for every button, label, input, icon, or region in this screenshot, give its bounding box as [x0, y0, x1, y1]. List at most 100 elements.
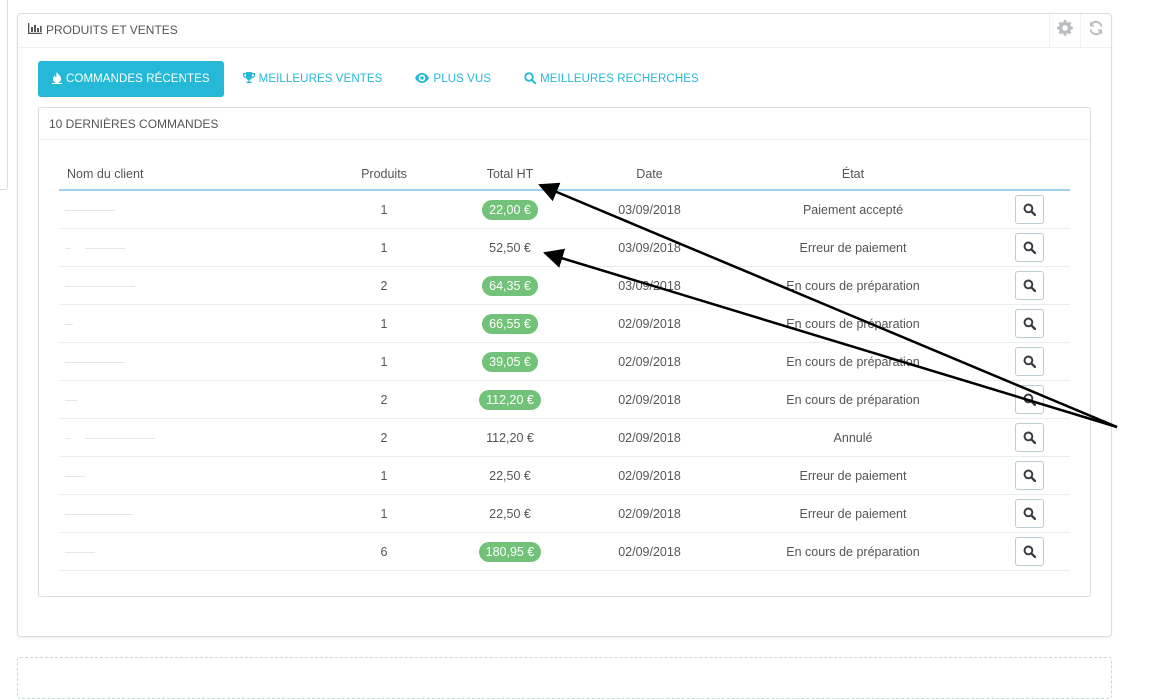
tab-most-viewed-label: PLUS VUS — [433, 73, 492, 85]
table-row[interactable]: 1 52,50 € 03/09/2018 Erreur de paiement — [59, 228, 1070, 267]
products-cell: 1 — [329, 456, 439, 495]
total-badge: 22,00 € — [482, 199, 538, 220]
table-row[interactable]: 6 180,95 € 02/09/2018 En cours de préparati… — [59, 532, 1070, 571]
configure-button[interactable] — [1049, 14, 1080, 47]
customer-name-cell — [59, 532, 329, 571]
redacted-name — [65, 323, 73, 325]
table-row[interactable]: 2 112,20 € 02/09/2018 En cours de préparati… — [59, 380, 1070, 419]
redacted-name — [65, 437, 71, 439]
total-value: 22,50 € — [489, 506, 531, 521]
tab-most-viewed[interactable]: PLUS VUS — [401, 61, 505, 97]
total-badge: 64,35 € — [482, 275, 538, 296]
actions-cell — [988, 342, 1070, 381]
date-cell: 02/09/2018 — [581, 342, 718, 381]
customer-name-cell — [59, 304, 329, 343]
date-cell: 02/09/2018 — [581, 532, 718, 571]
actions-cell — [988, 228, 1070, 267]
total-cell: 22,50 € — [439, 456, 581, 495]
total-cell: 22,50 € — [439, 494, 581, 533]
redacted-name — [65, 399, 77, 401]
date-cell: 02/09/2018 — [581, 304, 718, 343]
eye-icon — [415, 72, 433, 86]
view-order-button[interactable] — [1014, 461, 1044, 490]
status-cell: En cours de préparation — [718, 532, 988, 571]
search-icon — [1023, 279, 1036, 292]
refresh-icon — [1088, 20, 1104, 41]
customer-name-cell — [59, 494, 329, 533]
total-cell: 52,50 € — [439, 228, 581, 267]
table-row[interactable]: 2 64,35 € 03/09/2018 En cours de préparatio… — [59, 266, 1070, 305]
view-order-button[interactable] — [1014, 309, 1044, 338]
redacted-name — [85, 247, 125, 249]
products-cell: 2 — [329, 418, 439, 457]
date-cell: 02/09/2018 — [581, 418, 718, 457]
orders-table: Nom du client Produits Total HT Date Éta… — [59, 158, 1070, 571]
redacted-name — [65, 247, 71, 249]
total-badge: 112,20 € — [479, 389, 541, 410]
date-cell: 03/09/2018 — [581, 190, 718, 229]
date-cell: 02/09/2018 — [581, 494, 718, 533]
recent-orders-title: 10 DERNIÈRES COMMANDES — [39, 108, 1090, 140]
refresh-button[interactable] — [1080, 14, 1111, 47]
total-badge: 39,05 € — [482, 351, 538, 372]
products-cell: 1 — [329, 304, 439, 343]
redacted-name — [65, 513, 133, 515]
actions-cell — [988, 494, 1070, 533]
col-date[interactable]: Date — [581, 158, 718, 191]
actions-cell — [988, 380, 1070, 419]
actions-cell — [988, 456, 1070, 495]
products-cell: 1 — [329, 494, 439, 533]
customer-name-cell — [59, 380, 329, 419]
tab-recent-orders-label: COMMANDES RÉCENTES — [66, 73, 210, 85]
total-cell: 66,55 € — [439, 304, 581, 343]
col-customer-name[interactable]: Nom du client — [59, 158, 329, 191]
view-order-button[interactable] — [1014, 537, 1044, 566]
status-cell: En cours de préparation — [718, 380, 988, 419]
search-icon — [1023, 355, 1036, 368]
panel-tools — [1049, 14, 1111, 47]
col-status[interactable]: État — [718, 158, 988, 191]
total-cell: 112,20 € — [439, 418, 581, 457]
total-cell: 112,20 € — [439, 380, 581, 419]
actions-cell — [988, 304, 1070, 343]
panel-title: PRODUITS ET VENTES — [28, 23, 178, 37]
view-order-button[interactable] — [1014, 271, 1044, 300]
redacted-name — [65, 209, 115, 211]
tab-recent-orders[interactable]: COMMANDES RÉCENTES — [38, 61, 224, 97]
customer-name-cell — [59, 342, 329, 381]
status-cell: En cours de préparation — [718, 304, 988, 343]
view-order-button[interactable] — [1014, 347, 1044, 376]
products-cell: 2 — [329, 380, 439, 419]
table-row[interactable]: 1 22,50 € 02/09/2018 Erreur de paiement — [59, 494, 1070, 533]
col-products[interactable]: Produits — [329, 158, 439, 191]
search-icon — [1023, 393, 1036, 406]
date-cell: 03/09/2018 — [581, 266, 718, 305]
total-value: 52,50 € — [489, 240, 531, 255]
table-row[interactable]: 1 66,55 € 02/09/2018 En cours de préparatio… — [59, 304, 1070, 343]
view-order-button[interactable] — [1014, 195, 1044, 224]
products-cell: 1 — [329, 228, 439, 267]
status-cell: En cours de préparation — [718, 266, 988, 305]
view-order-button[interactable] — [1014, 385, 1044, 414]
trophy-icon — [242, 71, 259, 87]
redacted-name — [65, 361, 125, 363]
view-order-button[interactable] — [1014, 499, 1044, 528]
tab-top-searches[interactable]: MEILLEURES RECHERCHES — [510, 61, 713, 97]
table-row[interactable]: 1 22,00 € 03/09/2018 Paiement accepté — [59, 190, 1070, 229]
view-order-button[interactable] — [1014, 423, 1044, 452]
products-cell: 6 — [329, 532, 439, 571]
tab-best-sellers[interactable]: MEILLEURES VENTES — [229, 61, 397, 97]
col-total[interactable]: Total HT — [439, 158, 581, 191]
search-icon — [1023, 469, 1036, 482]
total-badge: 66,55 € — [482, 313, 538, 334]
table-row[interactable]: 1 39,05 € 02/09/2018 En cours de préparatio… — [59, 342, 1070, 381]
add-module-area[interactable] — [17, 657, 1112, 699]
dashboard-tabs: COMMANDES RÉCENTES MEILLEURES VENTES PLU… — [38, 61, 718, 97]
view-order-button[interactable] — [1014, 233, 1044, 262]
gear-icon — [1057, 20, 1073, 41]
table-row[interactable]: 2 112,20 € 02/09/2018 Annulé — [59, 418, 1070, 457]
actions-cell — [988, 190, 1070, 229]
redacted-name — [85, 437, 155, 439]
tab-top-searches-label: MEILLEURES RECHERCHES — [540, 73, 699, 85]
table-row[interactable]: 1 22,50 € 02/09/2018 Erreur de paiement — [59, 456, 1070, 495]
